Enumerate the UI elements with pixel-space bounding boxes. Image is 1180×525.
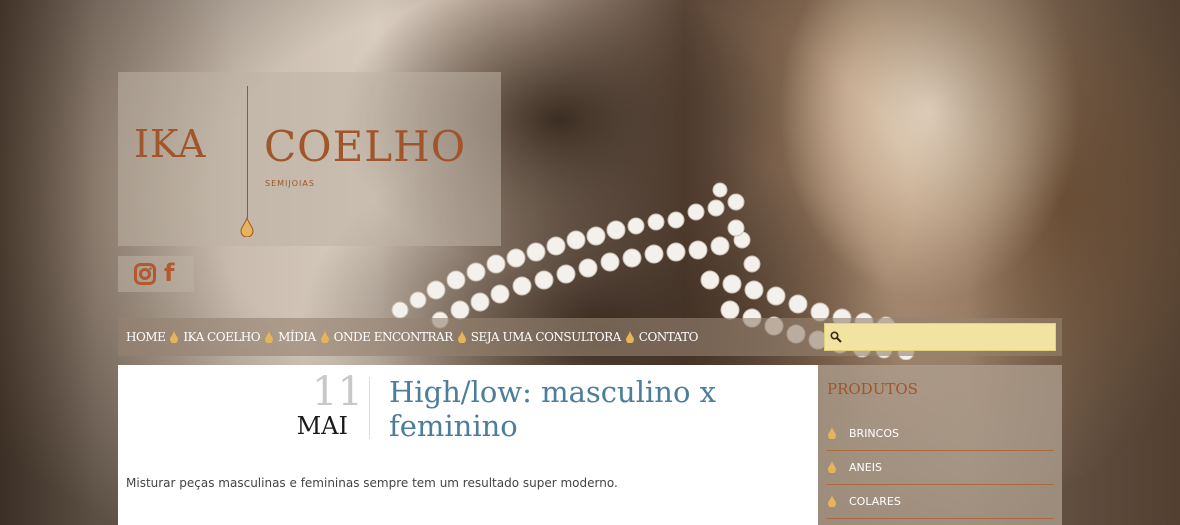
drop-icon bbox=[828, 495, 836, 507]
drop-icon bbox=[828, 461, 836, 473]
logo-tagline: SEMIJOIAS bbox=[265, 179, 315, 188]
drop-icon bbox=[265, 330, 274, 343]
logo[interactable]: IKA COELHO SEMIJOIAS bbox=[118, 72, 501, 246]
nav-item-contato[interactable]: CONTATO bbox=[639, 330, 699, 344]
instagram-icon[interactable] bbox=[134, 263, 156, 285]
drop-icon bbox=[320, 330, 329, 343]
facebook-icon[interactable]: f bbox=[164, 259, 174, 287]
sidebar-item-colares[interactable]: COLARES bbox=[826, 486, 1054, 519]
nav-item-seja-uma-consultora[interactable]: SEJA UMA CONSULTORA bbox=[471, 330, 622, 344]
main-nav: HOME IKA COELHO MÍDIA ONDE ENCONTRAR SEJ… bbox=[118, 318, 1062, 356]
drop-icon bbox=[457, 330, 466, 343]
post-title[interactable]: High/low: masculino x feminino bbox=[389, 375, 779, 443]
drop-icon bbox=[828, 427, 836, 439]
sidebar: PRODUTOS BRINCOS ANEIS COLARES bbox=[818, 365, 1062, 525]
search-icon bbox=[830, 331, 842, 343]
post-date-month: MAI bbox=[296, 412, 348, 440]
search-box bbox=[824, 323, 1056, 352]
sidebar-item-label: ANEIS bbox=[849, 461, 882, 474]
drop-icon bbox=[625, 330, 634, 343]
nav-item-midia[interactable]: MÍDIA bbox=[278, 330, 316, 344]
drop-icon bbox=[240, 217, 254, 237]
date-divider bbox=[369, 377, 370, 439]
logo-divider bbox=[247, 86, 248, 218]
nav-item-onde-encontrar[interactable]: ONDE ENCONTRAR bbox=[334, 330, 454, 344]
logo-name-right: COELHO bbox=[264, 122, 467, 171]
nav-item-home[interactable]: HOME bbox=[126, 330, 166, 344]
social-links: f bbox=[118, 256, 194, 292]
post-excerpt: Misturar peças masculinas e femininas se… bbox=[126, 476, 618, 490]
product-list: BRINCOS ANEIS COLARES bbox=[818, 418, 1062, 520]
sidebar-item-aneis[interactable]: ANEIS bbox=[826, 452, 1054, 485]
search-input[interactable] bbox=[845, 324, 1055, 352]
sidebar-item-brincos[interactable]: BRINCOS bbox=[826, 418, 1054, 451]
logo-name-left: IKA bbox=[134, 122, 207, 166]
drop-icon bbox=[170, 330, 179, 343]
nav-item-ika-coelho[interactable]: IKA COELHO bbox=[183, 330, 260, 344]
sidebar-title: PRODUTOS bbox=[827, 380, 918, 398]
post-date-day: 11 bbox=[312, 369, 363, 415]
sidebar-item-label: COLARES bbox=[849, 495, 901, 508]
blog-post: 11 MAI High/low: masculino x feminino Mi… bbox=[118, 365, 818, 525]
sidebar-item-label: BRINCOS bbox=[849, 427, 899, 440]
